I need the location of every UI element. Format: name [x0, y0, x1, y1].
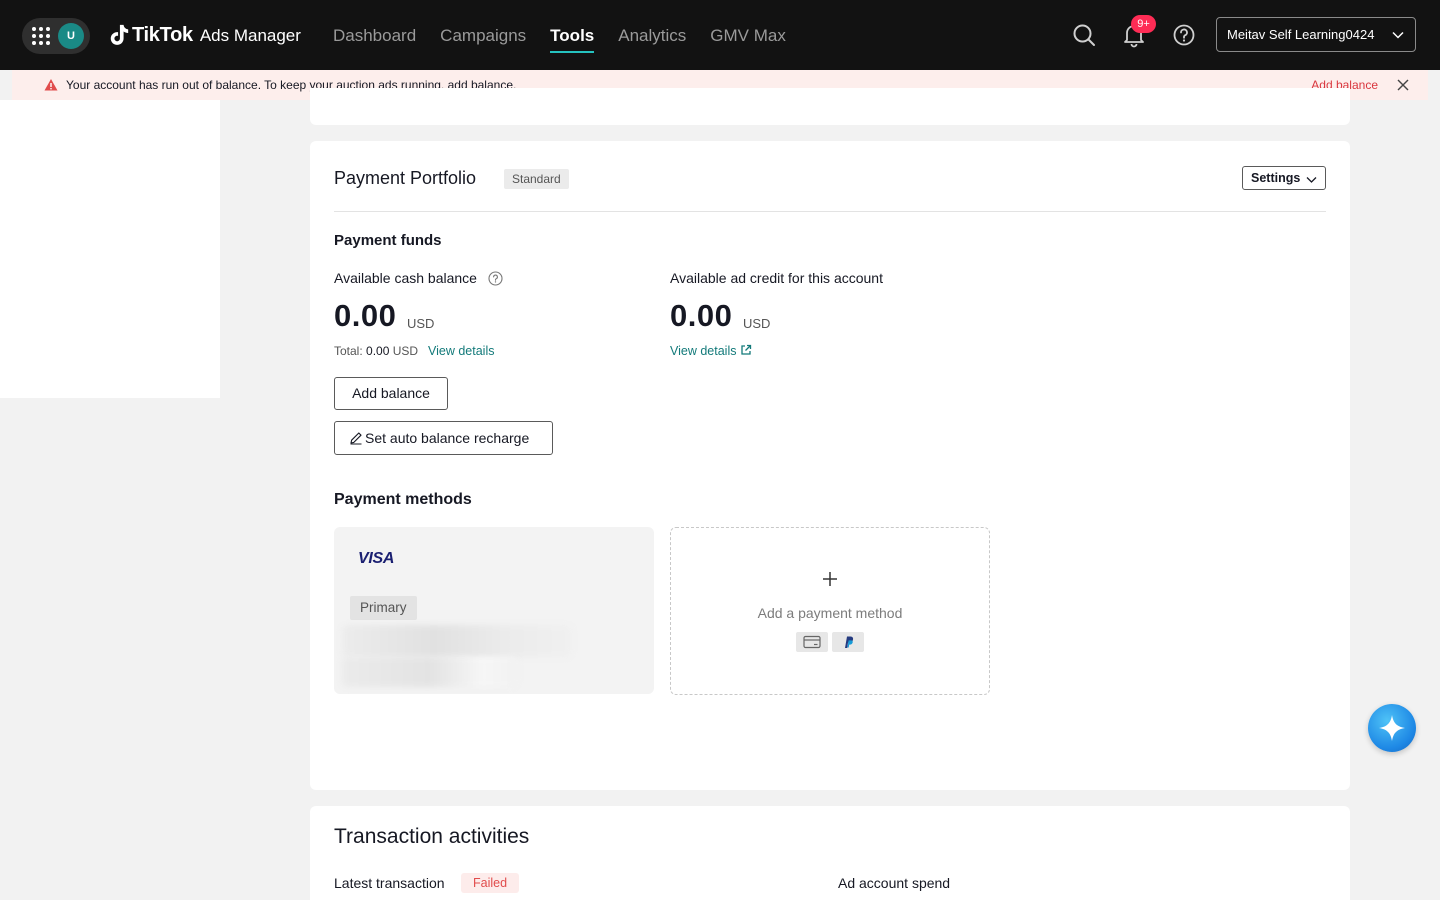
- nav-analytics[interactable]: Analytics: [618, 0, 686, 70]
- help-icon[interactable]: [1171, 22, 1197, 48]
- ad-account-spend-label: Ad account spend: [838, 875, 951, 891]
- previous-card: [310, 88, 1350, 125]
- latest-transaction-label: Latest transaction: [334, 875, 445, 891]
- settings-label: Settings: [1251, 171, 1301, 185]
- add-balance-button[interactable]: Add balance: [334, 377, 448, 410]
- portfolio-type-tag: Standard: [504, 169, 569, 189]
- ad-credit-currency: USD: [743, 316, 771, 331]
- nav-campaigns[interactable]: Campaigns: [440, 0, 526, 70]
- visa-payment-card[interactable]: VISA Primary: [334, 527, 654, 694]
- sparkle-icon: [1379, 715, 1405, 741]
- settings-button[interactable]: Settings: [1242, 166, 1326, 190]
- credit-card-icon: [796, 632, 828, 652]
- plus-icon: [823, 572, 837, 586]
- payment-portfolio-title: Payment Portfolio: [334, 168, 477, 188]
- payment-methods-heading: Payment methods: [334, 491, 472, 508]
- account-selector[interactable]: Meitav Self Learning0424: [1216, 17, 1416, 52]
- chevron-down-icon: [1306, 177, 1317, 183]
- masked-card-details: [342, 625, 572, 657]
- close-icon[interactable]: [1397, 79, 1409, 91]
- paypal-icon: [832, 632, 864, 652]
- nav-gmv-max[interactable]: GMV Max: [710, 0, 786, 70]
- transaction-activities-title: Transaction activities: [334, 825, 530, 848]
- status-badge-failed: Failed: [461, 873, 520, 893]
- external-link-icon[interactable]: [740, 344, 752, 356]
- auto-recharge-label: Set auto balance recharge: [365, 430, 530, 446]
- auto-recharge-button[interactable]: Set auto balance recharge: [334, 421, 553, 455]
- brand-name: TikTok: [132, 23, 193, 46]
- main-nav: Dashboard Campaigns Tools Analytics GMV …: [333, 0, 810, 70]
- cash-total-currency: USD: [392, 344, 419, 358]
- nav-tools[interactable]: Tools: [550, 0, 595, 70]
- cash-total: Total: 0.00 USD: [334, 344, 418, 358]
- cash-balance-currency: USD: [407, 316, 435, 331]
- divider: [334, 211, 1326, 212]
- side-panel: [0, 100, 220, 398]
- info-icon[interactable]: [488, 271, 503, 286]
- primary-tag: Primary: [350, 596, 417, 620]
- cash-total-amount: 0.00: [366, 344, 390, 358]
- pencil-icon: [350, 432, 362, 445]
- apps-grid-icon[interactable]: [32, 27, 50, 45]
- search-icon[interactable]: [1071, 22, 1097, 48]
- ad-credit-amount: 0.00: [670, 298, 733, 333]
- ad-credit-label: Available ad credit for this account: [670, 270, 883, 286]
- ad-credit-view-details-link[interactable]: View details: [670, 344, 736, 358]
- account-name: Meitav Self Learning0424: [1227, 27, 1375, 42]
- add-payment-method-card[interactable]: Add a payment method: [670, 527, 990, 695]
- product-name: Ads Manager: [199, 26, 301, 45]
- tiktok-ads-manager-logo[interactable]: TikTok Ads Manager: [108, 22, 301, 48]
- payment-funds-heading: Payment funds: [334, 232, 442, 249]
- notification-badge: 9+: [1131, 15, 1156, 33]
- avatar[interactable]: U: [58, 23, 84, 49]
- transaction-activities-card: Transaction activities Latest transactio…: [310, 806, 1350, 900]
- masked-card-expiry: [342, 657, 518, 687]
- cash-total-prefix: Total:: [334, 344, 363, 358]
- app-switcher[interactable]: U: [22, 18, 90, 54]
- visa-logo: VISA: [358, 550, 395, 567]
- chevron-down-icon: [1392, 31, 1404, 39]
- top-navigation-bar: U TikTok Ads Manager Dashboard Campaigns…: [0, 0, 1440, 70]
- cash-view-details-link[interactable]: View details: [428, 344, 494, 358]
- cash-balance-amount: 0.00: [334, 298, 397, 333]
- warning-icon: [44, 79, 58, 91]
- add-payment-method-label: Add a payment method: [757, 605, 903, 621]
- payment-portfolio-card: Payment Portfolio Standard Settings Paym…: [310, 141, 1350, 790]
- ai-assistant-button[interactable]: [1368, 704, 1416, 752]
- cash-balance-label: Available cash balance: [334, 270, 477, 286]
- nav-dashboard[interactable]: Dashboard: [333, 0, 416, 70]
- tiktok-note-icon: [110, 24, 129, 45]
